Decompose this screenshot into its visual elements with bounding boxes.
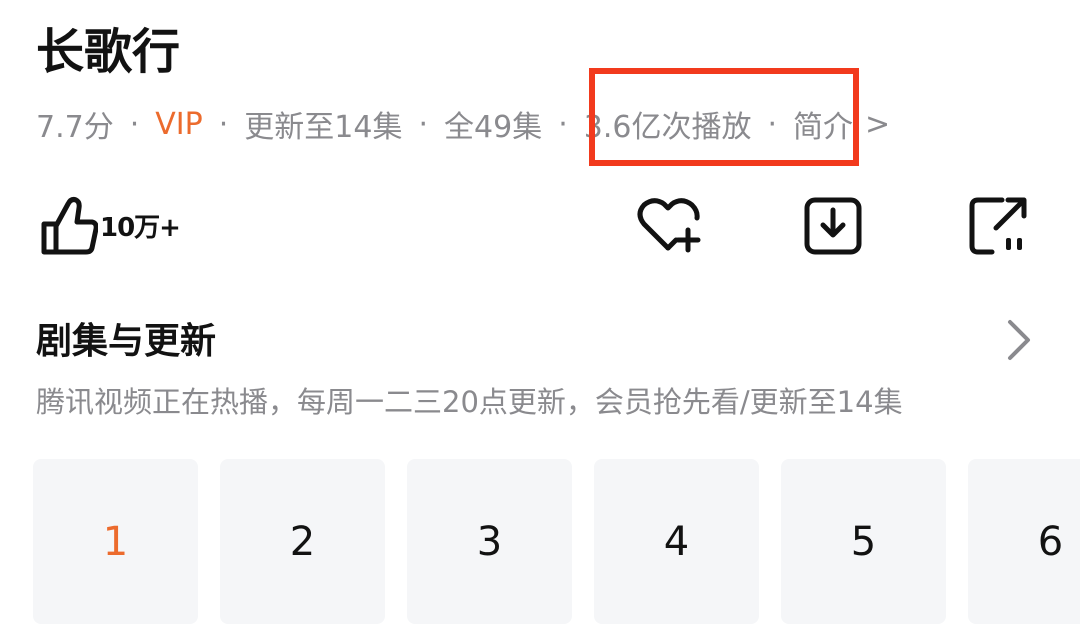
thumbs-up-icon (41, 197, 98, 255)
total-episodes: 全49集 (444, 110, 543, 145)
separator-dot: · (129, 106, 140, 142)
episode-list: 1 2 3 4 5 6 (33, 459, 1080, 624)
separator-dot: · (558, 106, 568, 142)
separator-dot: · (767, 106, 778, 142)
action-bar: 10万+ (0, 190, 1080, 270)
episode-tile[interactable]: 1 (33, 459, 198, 624)
like-count: 10万+ (100, 212, 181, 243)
meta-row: 7.7分 · VIP · 更新至14集 · 全49集 · 3.6亿次播放 · 简… (36, 100, 890, 148)
vip-badge: VIP (155, 106, 203, 142)
separator-dot: · (418, 106, 429, 142)
section-description: 腾讯视频正在热播，每周一二三20点更新，会员抢先看/更新至14集 (36, 385, 903, 419)
separator-dot: · (218, 106, 229, 142)
episode-tile[interactable]: 2 (220, 459, 385, 624)
share-icon[interactable] (962, 190, 1034, 262)
heart-add-icon[interactable] (632, 190, 704, 262)
play-count: 3.6亿次播放 (583, 110, 752, 145)
video-detail-page: 长歌行 7.7分 · VIP · 更新至14集 · 全49集 · 3.6亿次播放… (0, 0, 1080, 643)
score: 7.7分 (36, 110, 114, 145)
like-button[interactable]: 10万+ (40, 190, 181, 260)
chevron-right-icon[interactable]: > (865, 107, 890, 142)
episode-tile[interactable]: 5 (781, 459, 946, 624)
download-icon[interactable] (797, 190, 869, 262)
show-title: 长歌行 (36, 24, 181, 80)
update-status: 更新至14集 (244, 110, 403, 145)
intro-link[interactable]: 简介 (793, 102, 853, 146)
section-title: 剧集与更新 (36, 321, 217, 362)
episode-tile[interactable]: 3 (407, 459, 572, 624)
chevron-right-icon[interactable] (1000, 318, 1040, 362)
episode-tile[interactable]: 6 (968, 459, 1080, 624)
episode-tile[interactable]: 4 (594, 459, 759, 624)
